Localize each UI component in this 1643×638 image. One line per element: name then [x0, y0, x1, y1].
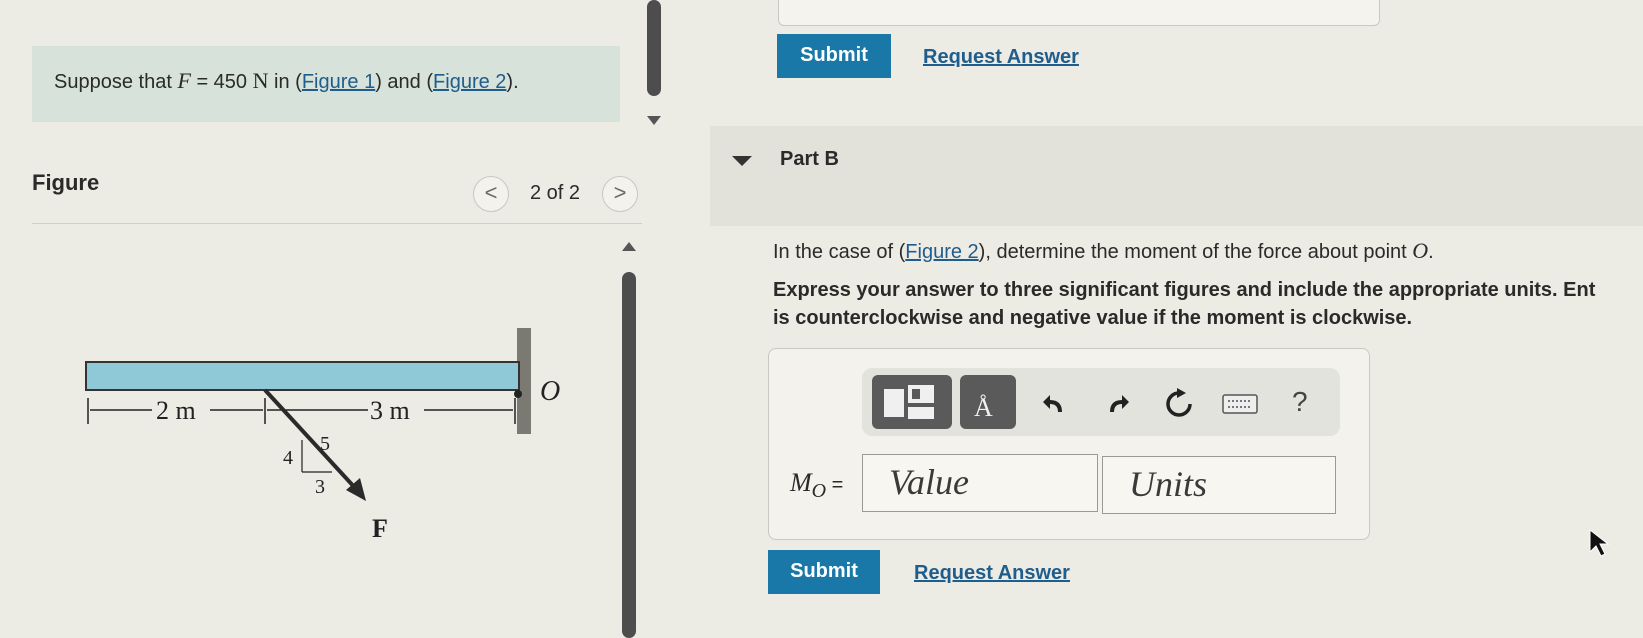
collapse-caret-icon[interactable]: [732, 156, 752, 166]
templates-button[interactable]: [872, 375, 952, 429]
question-point: O: [1412, 238, 1429, 263]
prev-figure-button[interactable]: <: [473, 176, 509, 212]
reset-icon[interactable]: [1162, 387, 1196, 421]
intro-unit: N: [252, 68, 269, 93]
keyboard-icon[interactable]: [1222, 394, 1258, 414]
left-panel-scrollbar-thumb[interactable]: [647, 0, 661, 96]
units-symbols-button[interactable]: Å: [960, 375, 1016, 429]
instruction-text: Express your answer to three significant…: [773, 276, 1595, 332]
mouse-cursor-icon: [1589, 528, 1610, 557]
force-label: F: [372, 514, 388, 543]
units-placeholder: Units: [1129, 464, 1208, 504]
point-o-dot: [514, 390, 522, 398]
intro-suffix: ).: [506, 71, 519, 93]
intro-between: ) and (: [375, 71, 434, 93]
request-answer-link-part-a[interactable]: Request Answer: [923, 46, 1079, 69]
next-figure-button[interactable]: >: [602, 176, 638, 212]
scroll-up-arrow-icon[interactable]: [622, 242, 636, 251]
figure-2-link[interactable]: Figure 2: [433, 71, 506, 93]
intro-banner: Suppose that F = 450 N in (Figure 1) and…: [32, 46, 620, 122]
intro-var-f: F: [177, 68, 191, 93]
mo-label: MO =: [790, 468, 843, 503]
figure-divider: [32, 223, 642, 224]
question-text: In the case of (Figure 2), determine the…: [773, 238, 1434, 264]
math-toolbar: Å ?: [862, 368, 1340, 436]
request-answer-link[interactable]: Request Answer: [914, 562, 1070, 585]
previous-answer-frame: [778, 0, 1380, 26]
intro-equals: = 450: [190, 71, 253, 93]
mo-label-eq: =: [826, 474, 844, 496]
angstrom-icon: Å: [974, 393, 993, 422]
chevron-right-icon: >: [613, 180, 627, 205]
redo-icon[interactable]: [1104, 390, 1132, 418]
dim-label-2m: 2 m: [156, 396, 196, 425]
submit-button[interactable]: Submit: [768, 550, 880, 594]
value-input[interactable]: Value: [862, 454, 1098, 512]
submit-button-part-a[interactable]: Submit: [777, 34, 891, 78]
intro-prefix: Suppose that: [54, 71, 178, 93]
part-b-label: Part B: [780, 148, 839, 170]
chevron-left-icon: <: [484, 180, 498, 205]
force-arrow-line: [263, 388, 359, 492]
slope-label-4: 4: [283, 447, 293, 469]
value-placeholder: Value: [889, 462, 969, 502]
instruction-line-2: is counterclockwise and negative value i…: [773, 307, 1413, 329]
beam: [85, 361, 520, 391]
scroll-down-arrow-icon[interactable]: [647, 116, 661, 125]
point-o-label: O: [540, 376, 560, 407]
question-prefix: In the case of (: [773, 241, 906, 263]
question-figure-2-link[interactable]: Figure 2: [905, 241, 978, 263]
figure-pager-text: 2 of 2: [530, 182, 581, 204]
part-b-header[interactable]: [710, 126, 1643, 226]
mo-label-sub: O: [811, 480, 827, 503]
figure-1-link[interactable]: Figure 1: [302, 71, 375, 93]
instruction-line-1: Express your answer to three significant…: [773, 279, 1596, 301]
units-input[interactable]: Units: [1102, 456, 1336, 514]
help-icon[interactable]: ?: [1292, 386, 1308, 418]
dim-label-3m: 3 m: [370, 396, 410, 425]
question-suffix: ), determine the moment of the force abo…: [978, 241, 1413, 263]
beam-diagram: O 2 m 3 m 4 5 3 F: [85, 328, 560, 543]
figure-scrollbar-thumb[interactable]: [622, 272, 636, 638]
slope-label-5: 5: [320, 433, 330, 455]
slope-label-3: 3: [315, 476, 325, 498]
question-end: .: [1428, 241, 1434, 263]
mo-label-main: M: [790, 468, 812, 497]
figure-heading: Figure: [32, 170, 100, 195]
templates-icon: [884, 385, 934, 419]
intro-middle: in (: [268, 71, 302, 93]
undo-icon[interactable]: [1040, 390, 1068, 418]
